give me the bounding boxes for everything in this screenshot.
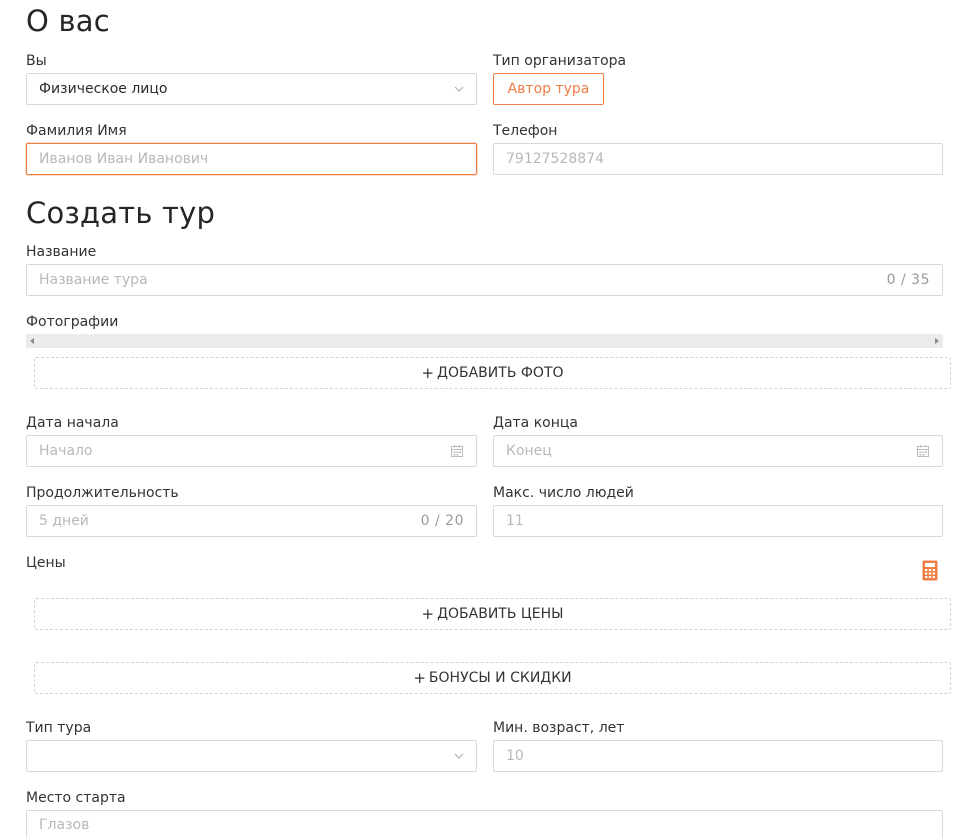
tour-name-placeholder: Название тура [39, 272, 148, 288]
start-date-label: Дата начала [26, 415, 119, 431]
plus-icon: + [421, 364, 435, 382]
you-label: Вы [26, 53, 47, 69]
you-select[interactable]: Физическое лицо [26, 73, 477, 105]
you-select-value: Физическое лицо [39, 81, 168, 97]
add-prices-label: ДОБАВИТЬ ЦЕНЫ [437, 606, 564, 622]
fullname-placeholder: Иванов Иван Иванович [39, 151, 209, 167]
fullname-label: Фамилия Имя [26, 123, 127, 139]
end-date-label: Дата конца [493, 415, 578, 431]
min-age-label: Мин. возраст, лет [493, 720, 625, 736]
scroll-right-arrow-icon[interactable] [935, 338, 939, 344]
max-people-label: Макс. число людей [493, 485, 634, 501]
photos-label: Фотографии [26, 314, 119, 330]
organizer-type-label: Тип организатора [493, 53, 627, 69]
fullname-input[interactable]: Иванов Иван Иванович [26, 143, 477, 175]
start-place-label: Место старта [26, 790, 126, 806]
calculator-icon[interactable] [922, 560, 938, 581]
min-age-input[interactable]: 10 [493, 740, 943, 772]
start-date-placeholder: Начало [39, 443, 93, 459]
bonuses-button[interactable]: + БОНУСЫ И СКИДКИ [34, 662, 951, 694]
min-age-placeholder: 10 [506, 748, 524, 764]
tour-name-counter: 0 / 35 [886, 272, 930, 288]
end-date-input[interactable]: Конец [493, 435, 943, 467]
max-people-input[interactable]: 11 [493, 505, 943, 537]
tour-type-label: Тип тура [26, 720, 92, 736]
about-title: О вас [26, 4, 110, 38]
phone-input[interactable]: 79127528874 [493, 143, 943, 175]
photos-scrollbar[interactable] [26, 334, 943, 348]
create-tour-title: Создать тур [26, 196, 216, 230]
end-date-placeholder: Конец [506, 443, 552, 459]
author-tour-button[interactable]: Автор тура [493, 73, 604, 105]
tour-name-label: Название [26, 244, 97, 260]
calendar-icon [451, 445, 463, 457]
phone-label: Телефон [493, 123, 558, 139]
start-place-placeholder: Глазов [39, 817, 90, 833]
duration-input[interactable]: 5 дней 0 / 20 [26, 505, 477, 537]
add-prices-button[interactable]: + ДОБАВИТЬ ЦЕНЫ [34, 598, 951, 630]
start-date-input[interactable]: Начало [26, 435, 477, 467]
duration-label: Продолжительность [26, 485, 179, 501]
scroll-left-arrow-icon[interactable] [30, 338, 34, 344]
plus-icon: + [413, 669, 426, 687]
max-people-placeholder: 11 [506, 513, 524, 529]
calendar-icon [917, 445, 929, 457]
prices-label: Цены [26, 555, 66, 571]
start-place-input[interactable]: Глазов [26, 810, 943, 839]
add-photo-label: ДОБАВИТЬ ФОТО [437, 365, 564, 381]
duration-counter: 0 / 20 [420, 513, 464, 529]
tour-type-select[interactable] [26, 740, 477, 772]
add-photo-button[interactable]: + ДОБАВИТЬ ФОТО [34, 357, 951, 389]
duration-placeholder: 5 дней [39, 513, 89, 529]
phone-placeholder: 79127528874 [506, 151, 604, 167]
tour-name-input[interactable]: Название тура 0 / 35 [26, 264, 943, 296]
bonuses-label: БОНУСЫ И СКИДКИ [428, 670, 572, 686]
chevron-down-icon [454, 753, 464, 759]
plus-icon: + [421, 605, 435, 623]
chevron-down-icon [454, 86, 464, 92]
